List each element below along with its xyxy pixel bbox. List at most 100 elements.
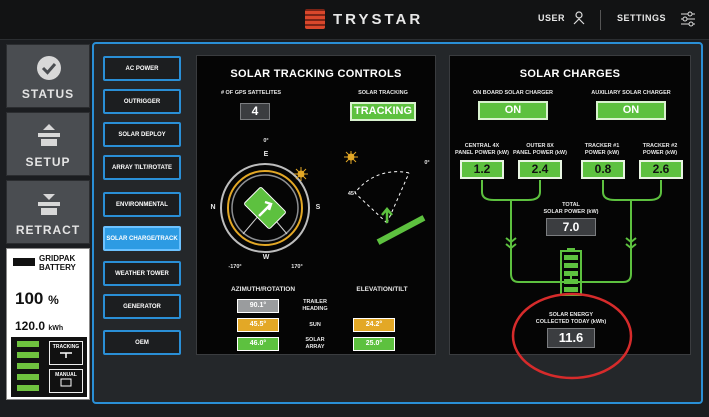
- mode-tracking-button[interactable]: TRACKING: [49, 341, 83, 365]
- header-divider: [600, 10, 601, 30]
- menu-oem-button[interactable]: OEM: [103, 330, 181, 355]
- compass-max-degree: 170°: [291, 264, 303, 270]
- compass-south: S: [315, 204, 321, 211]
- battery-energy-value: 120.0: [15, 319, 46, 333]
- panel-label-line1: TRACKER #2: [642, 143, 678, 149]
- settings-label[interactable]: SETTINGS: [617, 13, 666, 23]
- battery-level-bar: [17, 374, 39, 380]
- panel-label-line2: POWER (kW): [642, 150, 678, 156]
- menu-solar-deploy-button[interactable]: SOLAR DEPLOY: [103, 122, 181, 147]
- trailer-heading-label: TRAILER HEADING: [295, 299, 335, 313]
- row-label-line1: TRAILER: [303, 299, 327, 305]
- battery-status-panel: GRIDPAK BATTERY 100 % 120.0 kWh TRACKING…: [6, 248, 90, 400]
- user-label[interactable]: USER: [538, 13, 565, 23]
- menu-ac-power-button[interactable]: AC POWER: [103, 56, 181, 81]
- panel-label-line1: TRACKER #1: [584, 143, 620, 149]
- lower-array-icon: [38, 194, 60, 215]
- tracker2-power: 2.6: [639, 160, 683, 179]
- battery-title-line1: GRIDPAK: [39, 254, 76, 263]
- aux-charger-label: AUXILIARY SOLAR CHARGER: [591, 90, 671, 96]
- compass-min-degree: -170°: [228, 264, 242, 270]
- user-icon[interactable]: [573, 11, 585, 25]
- battery-title: GRIDPAK BATTERY: [39, 254, 76, 272]
- solar-array-label: SOLAR ARRAY: [295, 337, 335, 351]
- elevation-45-label: 45°: [347, 191, 357, 197]
- outer-panel-label: OUTER 8X PANEL POWER (kW): [512, 143, 568, 157]
- aux-charger-toggle[interactable]: ON: [596, 101, 666, 120]
- central-panel-label: CENTRAL 4X PANEL POWER (kW): [454, 143, 510, 157]
- total-power-value: 7.0: [546, 218, 596, 236]
- nav-tab-label: SETUP: [25, 155, 71, 169]
- solar-tracking-panel: SOLAR TRACKING CONTROLS # OF GPS SATTELI…: [196, 55, 436, 355]
- charges-panel-title: SOLAR CHARGES: [519, 68, 621, 80]
- panel-label-line2: POWER (kW): [584, 150, 620, 156]
- onboard-charger-label: ON BOARD SOLAR CHARGER: [472, 90, 554, 96]
- onboard-charger-toggle[interactable]: ON: [478, 101, 548, 120]
- menu-generator-button[interactable]: GENERATOR: [103, 294, 181, 319]
- menu-outrigger-button[interactable]: OUTRIGGER: [103, 89, 181, 114]
- gps-label: # OF GPS SATTELITES: [220, 90, 282, 96]
- row-label-line2: ARRAY: [305, 344, 325, 350]
- manual-control-icon: [60, 378, 72, 387]
- menu-weather-tower-button[interactable]: WEATHER TOWER: [103, 261, 181, 286]
- outer-panel-power: 2.4: [518, 160, 562, 179]
- charge-battery-icon: [560, 248, 582, 296]
- battery-energy: 120.0 kWh: [15, 319, 63, 333]
- settings-sliders-icon[interactable]: [680, 11, 696, 27]
- row-label-line1: SOLAR: [305, 337, 325, 343]
- nav-tab-label: STATUS: [21, 87, 75, 101]
- panel-label-line1: OUTER 8X: [526, 143, 554, 149]
- solar-array-azimuth: 46.0°: [237, 337, 279, 351]
- tracker1-power: 0.8: [581, 160, 625, 179]
- battery-trailer-icon: [13, 258, 35, 266]
- elevation-header: ELEVATION/TILT: [356, 286, 408, 293]
- solar-tracking-label: SOLAR TRACKING: [358, 90, 408, 96]
- tracker2-label: TRACKER #2 POWER (kW): [634, 143, 686, 157]
- menu-array-tilt-rotate-button[interactable]: ARRAY TILT/ROTATE: [103, 155, 181, 180]
- battery-level-bar: [17, 341, 39, 347]
- battery-energy-unit: kWh: [48, 325, 64, 332]
- battery-level-bar: [17, 352, 39, 358]
- battery-percent-unit: %: [48, 293, 59, 307]
- total-label-line1: TOTAL: [562, 202, 580, 208]
- compass-west: W: [262, 254, 270, 261]
- nav-tab-setup[interactable]: SETUP: [6, 112, 90, 176]
- elevation-zero-label: 0°: [424, 160, 430, 166]
- nav-tab-retract[interactable]: RETRACT: [6, 180, 90, 244]
- total-power-label: TOTAL SOLAR POWER (kW): [536, 202, 606, 216]
- row-label-line2: HEADING: [302, 306, 328, 312]
- compass-top-degree: 0°: [263, 138, 269, 144]
- battery-title-line2: BATTERY: [39, 263, 76, 272]
- nav-tab-status[interactable]: STATUS: [6, 44, 90, 108]
- tracker1-label: TRACKER #1 POWER (kW): [576, 143, 628, 157]
- brand-name: TRYSTAR: [333, 10, 424, 28]
- panel-label-line2: PANEL POWER (kW): [455, 150, 509, 156]
- tracking-panel-title: SOLAR TRACKING CONTROLS: [230, 68, 402, 80]
- battery-level-bar: [17, 385, 39, 391]
- sun-azimuth: 45.5°: [237, 318, 279, 332]
- nav-tab-label: RETRACT: [15, 223, 81, 237]
- brand-logo: TRYSTAR: [305, 9, 423, 29]
- azimuth-header: AZIMUTH/ROTATION: [230, 286, 296, 293]
- mode-manual-button[interactable]: MANUAL: [49, 369, 83, 393]
- menu-solar-charge-track-button[interactable]: SOLAR CHARGE/TRACK: [103, 226, 181, 251]
- trystar-logo-icon: [305, 9, 325, 29]
- sun-elevation: 24.2°: [353, 318, 395, 332]
- panel-label-line2: PANEL POWER (kW): [513, 150, 567, 156]
- battery-percent: 100 %: [15, 289, 59, 309]
- top-bar: TRYSTAR USER SETTINGS: [0, 0, 709, 40]
- highlight-annotation-circle: [511, 292, 633, 380]
- menu-environmental-button[interactable]: ENVIRONMENTAL: [103, 192, 181, 217]
- elevation-diagram: [344, 151, 426, 245]
- central-panel-power: 1.2: [460, 160, 504, 179]
- trailer-heading-azimuth: 90.1°: [237, 299, 279, 313]
- solar-array-elevation: 25.0°: [353, 337, 395, 351]
- gps-value: 4: [240, 103, 270, 120]
- panel-label-line1: CENTRAL 4X: [464, 143, 500, 149]
- tracking-array-icon: [60, 352, 72, 358]
- check-circle-icon: [37, 56, 61, 80]
- total-label-line2: SOLAR POWER (kW): [543, 209, 599, 215]
- solar-tracking-toggle[interactable]: TRACKING: [350, 102, 416, 121]
- battery-level-bar: [17, 363, 39, 369]
- raise-array-icon: [38, 124, 60, 146]
